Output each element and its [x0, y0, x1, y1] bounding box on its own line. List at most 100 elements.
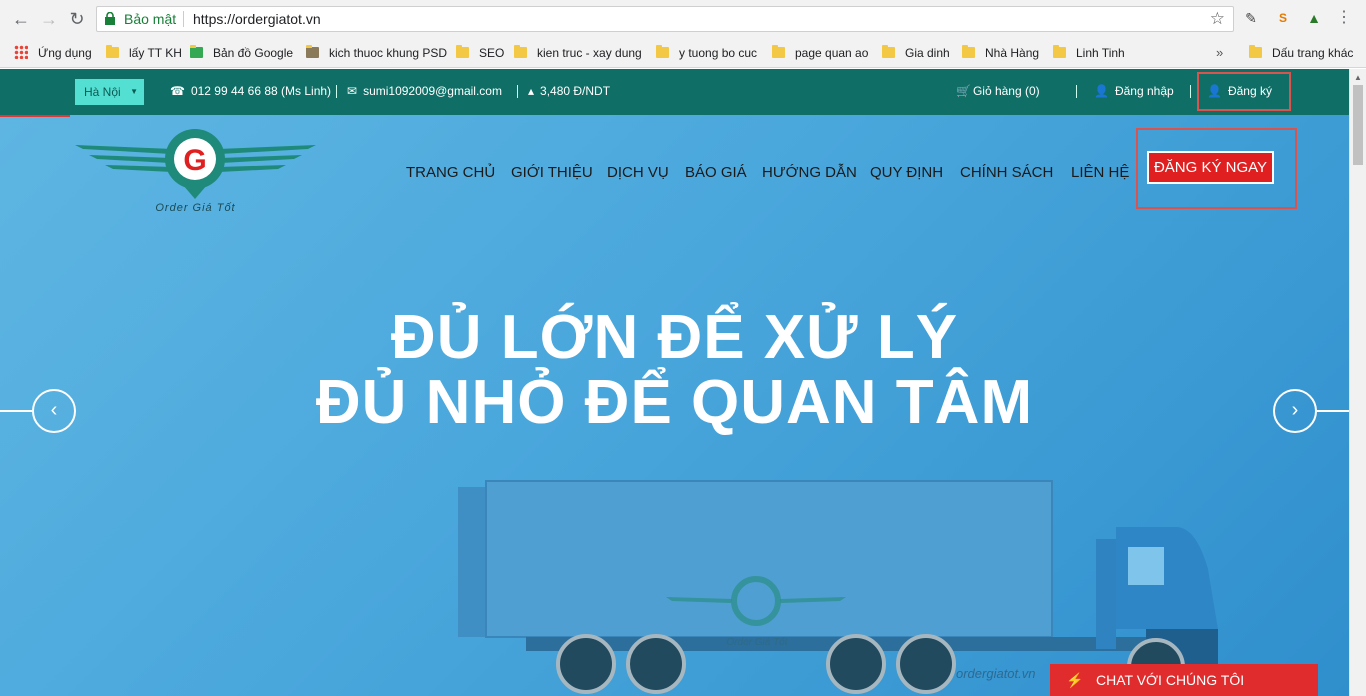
bookmark-item[interactable]: Bản đồ Google: [190, 45, 293, 61]
phone-contact: ☎ 012 99 44 66 88 (Ms Linh): [170, 84, 331, 98]
bookmark-item[interactable]: Nhà Hàng: [962, 45, 1039, 61]
chart-up-icon: ▴: [528, 84, 535, 98]
bookmark-label: page quan ao: [795, 46, 869, 60]
secure-label: Bảo mật: [124, 11, 177, 27]
reload-icon[interactable]: ↻: [66, 8, 88, 30]
topbar-divider: [336, 85, 337, 98]
site-logo[interactable]: G Order Giá Tốt: [75, 127, 316, 219]
bookmark-item[interactable]: kien truc - xay dung: [514, 45, 642, 61]
scrollbar-thumb[interactable]: [1353, 85, 1363, 165]
browser-toolbar: ← → ↻ Bảo mật https://ordergiatot.vn ☆ ✎…: [0, 0, 1366, 38]
folder-icon: [772, 45, 785, 58]
cart-link[interactable]: 🛒 Giỏ hàng (0): [956, 84, 1040, 98]
scroll-up-icon[interactable]: ▲: [1354, 73, 1362, 82]
bookmark-item[interactable]: kich thuoc khung PSD: [306, 45, 447, 61]
menu-item-huong-dan[interactable]: HƯỚNG DẪN: [762, 164, 857, 181]
folder-icon: [514, 45, 527, 58]
menu-item-lien-he[interactable]: LIÊN HỆ: [1071, 164, 1129, 181]
extension-icon[interactable]: ▲: [1304, 8, 1324, 28]
phone-text: 012 99 44 66 88 (Ms Linh): [190, 84, 332, 98]
folder-icon: [1053, 45, 1066, 58]
bookmark-label: SEO: [479, 46, 505, 60]
topbar-divider: [1190, 85, 1191, 98]
menu-item-gioi-thieu[interactable]: GIỚI THIỆU: [511, 164, 593, 181]
topbar-divider: [1076, 85, 1077, 98]
menu-item-dich-vu[interactable]: DỊCH VỤ: [607, 164, 669, 181]
slider-next-button[interactable]: ›: [1273, 389, 1317, 433]
back-icon[interactable]: ←: [10, 8, 32, 30]
cta-highlight-box: [1136, 128, 1297, 209]
omnibox-divider: [183, 11, 184, 27]
bookmark-label: Nhà Hàng: [985, 46, 1040, 60]
bookmark-item[interactable]: page quan ao: [772, 45, 868, 61]
folder-icon: [456, 45, 469, 58]
folder-icon: [1249, 45, 1262, 58]
bolt-icon: ⚡: [1066, 672, 1084, 688]
bookmark-item[interactable]: Linh Tinh: [1053, 45, 1125, 61]
bookmark-label: lấy TT KH: [129, 46, 182, 60]
maps-icon: [190, 45, 203, 58]
user-icon: 👤: [1094, 84, 1109, 98]
login-link[interactable]: 👤 Đăng nhập: [1094, 84, 1174, 98]
exchange-rate: ▴ 3,480 Đ/NDT: [528, 84, 610, 98]
menu-item-quy-dinh[interactable]: QUY ĐỊNH: [870, 164, 943, 181]
bookmark-label: Bản đồ Google: [213, 46, 294, 60]
folder-icon: [882, 45, 895, 58]
bookmark-label: Gia dinh: [905, 46, 950, 60]
topbar-divider: [517, 85, 518, 98]
bookmark-star-icon[interactable]: ☆: [1210, 9, 1225, 29]
page-icon: [306, 45, 319, 58]
hero-line-1: ĐỦ LỚN ĐỂ XỬ LÝ: [390, 303, 959, 372]
hero-line-2: ĐỦ NHỎ ĐỂ QUAN TÂM: [315, 368, 1034, 437]
lock-icon: [105, 12, 115, 25]
chat-with-us-button[interactable]: ⚡ CHAT VỚI CHÚNG TÔI: [1050, 664, 1318, 696]
phone-icon: ☎: [170, 84, 185, 98]
bookmark-label: Linh Tinh: [1076, 46, 1125, 60]
bookmark-label: kich thuoc khung PSD: [329, 46, 448, 60]
menu-item-chinh-sach[interactable]: CHÍNH SÁCH: [960, 164, 1053, 181]
truck-logo-text: Order Giá Tốt: [726, 637, 788, 648]
city-select-value: Hà Nội: [84, 85, 121, 99]
envelope-icon: ✉: [347, 84, 358, 98]
menu-item-bao-gia[interactable]: BÁO GIÁ: [685, 164, 747, 181]
cart-icon: 🛒: [956, 84, 971, 98]
email-text: sumi1092009@gmail.com: [363, 84, 502, 98]
logo-text: Order Giá Tốt: [155, 202, 236, 214]
page-scrollbar[interactable]: ▲: [1349, 69, 1366, 696]
truck-watermark: ordergiatot.vn: [956, 666, 1036, 681]
bookmark-item[interactable]: y tuong bo cuc: [656, 45, 757, 61]
bookmark-label: y tuong bo cuc: [679, 46, 758, 60]
bookmarks-overflow-button[interactable]: »: [1216, 45, 1223, 61]
folder-icon: [106, 45, 119, 58]
slider-prev-button[interactable]: ‹: [32, 389, 76, 433]
cart-text: Giỏ hàng (0): [972, 84, 1040, 98]
folder-icon: [962, 45, 975, 58]
register-highlight-box: [1197, 72, 1291, 111]
svg-text:G: G: [183, 144, 206, 177]
bookmark-item[interactable]: Gia dinh: [882, 45, 950, 61]
city-select[interactable]: Hà Nội ▼: [75, 79, 144, 105]
login-text: Đăng nhập: [1114, 84, 1174, 98]
menu-item-trang-chu[interactable]: TRANG CHỦ: [406, 164, 495, 181]
exchange-rate-text: 3,480 Đ/NDT: [540, 84, 611, 98]
topbar-accent-line: [0, 115, 70, 117]
address-bar[interactable]: Bảo mật https://ordergiatot.vn ☆: [96, 6, 1234, 32]
bookmarks-bar: Ứng dụng lấy TT KH Bản đồ Google kich th…: [0, 38, 1366, 68]
slider-line-left: [0, 410, 32, 412]
menu-dots-icon[interactable]: ⋮: [1334, 8, 1354, 28]
bookmark-apps[interactable]: Ứng dụng: [14, 45, 92, 61]
eyedropper-extension-icon[interactable]: ✎: [1241, 8, 1261, 28]
forward-icon[interactable]: →: [38, 8, 60, 30]
dropdown-arrow-icon: ▼: [130, 87, 138, 96]
bookmark-label: Ứng dụng: [38, 46, 92, 60]
other-bookmarks[interactable]: Dấu trang khác: [1249, 45, 1353, 61]
apps-grid-icon: [14, 45, 28, 59]
folder-icon: [656, 45, 669, 58]
url-text[interactable]: https://ordergiatot.vn: [193, 11, 321, 27]
bookmark-item[interactable]: SEO: [456, 45, 504, 61]
so-extension-icon[interactable]: S: [1273, 8, 1293, 28]
bookmark-item[interactable]: lấy TT KH: [106, 45, 182, 61]
slider-line-right: [1317, 410, 1349, 412]
web-page: Hà Nội ▼ ☎ 012 99 44 66 88 (Ms Linh) ✉ sumi…: [0, 69, 1349, 696]
email-contact[interactable]: ✉ sumi1092009@gmail.com: [347, 84, 502, 98]
